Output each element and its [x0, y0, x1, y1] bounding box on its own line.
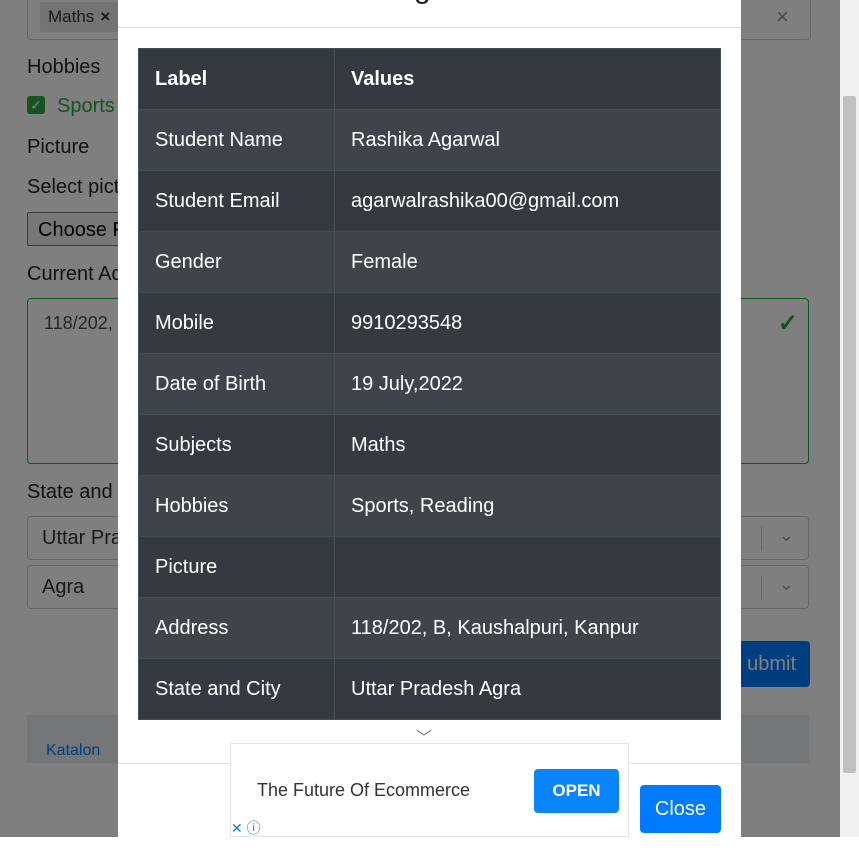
row-value: 19 July,2022 [334, 353, 721, 415]
table-row: Gender Female [138, 231, 721, 293]
row-label: Hobbies [138, 475, 335, 537]
ad-info-icon[interactable]: ⓘ [247, 820, 261, 836]
modal-title: g [414, 0, 431, 6]
row-label: State and City [138, 658, 335, 720]
row-value: Rashika Agarwal [334, 109, 721, 171]
row-value: Uttar Pradesh Agra [334, 658, 721, 720]
table-row: Student Name Rashika Agarwal [138, 109, 721, 171]
close-button[interactable]: Close [640, 785, 721, 833]
table-row: Address 118/202, B, Kaushalpuri, Kanpur [138, 597, 721, 659]
ad-open-button[interactable]: OPEN [534, 769, 619, 813]
table-row: Student Email agarwalrashika00@gmail.com [138, 170, 721, 232]
table-header-row: Label Values [138, 48, 721, 110]
row-value: agarwalrashika00@gmail.com [334, 170, 721, 232]
row-label: Subjects [138, 414, 335, 476]
row-label: Picture [138, 536, 335, 598]
ad-banner[interactable]: The Future Of Ecommerce OPEN ✕ ⓘ [230, 743, 629, 837]
ad-text[interactable]: The Future Of Ecommerce [257, 780, 470, 801]
row-value [334, 536, 721, 598]
row-value: Maths [334, 414, 721, 476]
row-label: Student Email [138, 170, 335, 232]
table-row: Hobbies Sports, Reading [138, 475, 721, 537]
header-label: Label [138, 48, 335, 110]
row-value: Sports, Reading [334, 475, 721, 537]
row-label: Date of Birth [138, 353, 335, 415]
row-label: Gender [138, 231, 335, 293]
row-value: 118/202, B, Kaushalpuri, Kanpur [334, 597, 721, 659]
scrollbar-thumb[interactable] [843, 96, 856, 773]
page-scrollbar[interactable] [840, 0, 859, 837]
row-label: Mobile [138, 292, 335, 354]
table-row: Mobile 9910293548 [138, 292, 721, 354]
header-values: Values [334, 48, 721, 110]
results-table: Label Values Student Name Rashika Agarwal… [138, 48, 721, 720]
modal-header-divider [118, 27, 741, 28]
submission-modal: g Label Values Student NameRashika Agarw… [118, 0, 741, 850]
row-value: Female [334, 231, 721, 293]
row-label: Student Name [138, 109, 335, 171]
table-row: Subjects Maths [138, 414, 721, 476]
ad-choices: ✕ ⓘ [231, 818, 271, 838]
table-row: Picture [138, 536, 721, 598]
row-label: Address [138, 597, 335, 659]
table-row: Date of Birth 19 July,2022 [138, 353, 721, 415]
table-row: State and City Uttar Pradesh Agra [138, 658, 721, 720]
row-value: 9910293548 [334, 292, 721, 354]
ad-close-icon[interactable]: ✕ [231, 820, 243, 836]
